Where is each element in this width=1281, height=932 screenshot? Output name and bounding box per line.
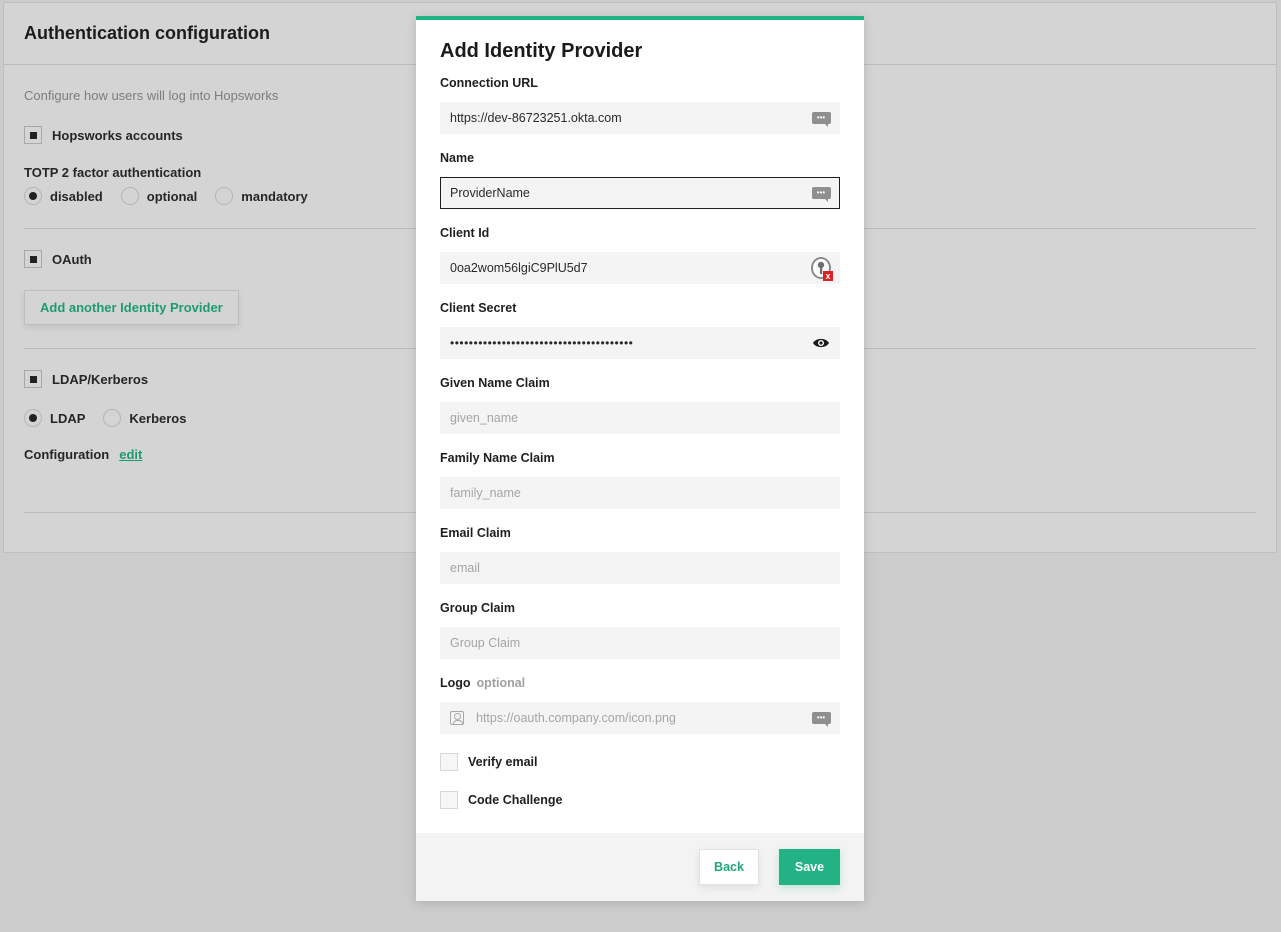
- given-name-claim-input[interactable]: given_name: [440, 402, 840, 434]
- input-value: ProviderName: [450, 186, 530, 200]
- radio-optional[interactable]: optional: [120, 187, 198, 205]
- eye-icon[interactable]: [811, 335, 831, 351]
- add-identity-provider-modal: Add Identity Provider Connection URL htt…: [416, 16, 864, 901]
- radio-label: optional: [146, 188, 198, 204]
- field-label: Client Id: [440, 226, 490, 240]
- add-identity-provider-button[interactable]: Add another Identity Provider: [24, 290, 239, 325]
- save-button[interactable]: Save: [779, 849, 840, 885]
- logo-label: Logo: [440, 676, 471, 690]
- name-input[interactable]: ProviderName •••: [440, 177, 840, 209]
- image-avatar-icon: [450, 711, 464, 725]
- field-label: Logo optional: [440, 676, 840, 696]
- chat-bubble-icon[interactable]: •••: [811, 110, 831, 127]
- family-name-claim-input[interactable]: family_name: [440, 477, 840, 509]
- client-id-input[interactable]: 0oa2wom56lgiC9PlU5d7 x: [440, 252, 840, 284]
- client-id-field: Client Id 0oa2wom56lgiC9PlU5d7 x: [440, 226, 840, 284]
- radio-circle[interactable]: [120, 187, 139, 205]
- field-label: Given Name Claim: [440, 376, 550, 390]
- input-value: •••••••••••••••••••••••••••••••••••••••: [450, 336, 634, 350]
- password-manager-key-icon[interactable]: x: [811, 257, 833, 281]
- hopsworks-accounts-checkbox[interactable]: Hopsworks accounts: [24, 126, 183, 144]
- radio-label: LDAP: [50, 410, 86, 426]
- connection-url-input[interactable]: https://dev-86723251.okta.com •••: [440, 102, 840, 134]
- input-value: https://dev-86723251.okta.com: [450, 111, 622, 125]
- client-secret-input[interactable]: •••••••••••••••••••••••••••••••••••••••: [440, 327, 840, 359]
- checked-mark-icon: [29, 131, 37, 139]
- field-label: Group Claim: [440, 601, 516, 615]
- logo-field: Logo optional https://oauth.company.com/i…: [440, 676, 840, 734]
- family-name-claim-field: Family Name Claim family_name: [440, 451, 840, 509]
- input-value: 0oa2wom56lgiC9PlU5d7: [450, 261, 588, 275]
- group-claim-field: Group Claim Group Claim: [440, 601, 840, 659]
- page-description: Configure how users will log into Hopswo…: [24, 88, 279, 103]
- input-placeholder: https://oauth.company.com/icon.png: [476, 711, 676, 725]
- configuration-edit-link[interactable]: edit: [119, 447, 142, 462]
- radio-circle[interactable]: [103, 409, 122, 427]
- field-label: Connection URL: [440, 76, 538, 90]
- connection-url-field: Connection URL https://dev-86723251.okta…: [440, 76, 840, 134]
- input-placeholder: Group Claim: [450, 636, 521, 650]
- given-name-claim-field: Given Name Claim given_name: [440, 376, 840, 434]
- field-label: Client Secret: [440, 301, 517, 315]
- group-claim-input[interactable]: Group Claim: [440, 627, 840, 659]
- ldap-kerberos-checkbox[interactable]: LDAP/Kerberos: [24, 370, 148, 388]
- verify-email-checkbox[interactable]: Verify email: [440, 753, 538, 771]
- radio-selected-dot-icon: [29, 192, 37, 200]
- checked-mark-icon: [29, 255, 37, 263]
- field-label: Email Claim: [440, 526, 511, 540]
- configuration-label: Configuration: [24, 447, 110, 462]
- configuration-row: Configuration edit: [24, 447, 142, 462]
- checkbox-label: OAuth: [52, 251, 92, 267]
- radio-mandatory[interactable]: mandatory: [215, 187, 308, 205]
- input-placeholder: given_name: [450, 411, 519, 425]
- email-claim-field: Email Claim email: [440, 526, 840, 584]
- field-label: Name: [440, 151, 475, 165]
- radio-label: Kerberos: [129, 410, 187, 426]
- ldap-radio-group: LDAP Kerberos: [24, 409, 204, 427]
- radio-selected-dot-icon: [29, 414, 37, 422]
- checkbox-box[interactable]: [24, 250, 42, 268]
- checkbox-label: LDAP/Kerberos: [52, 371, 149, 387]
- name-field: Name ProviderName •••: [440, 151, 840, 209]
- radio-circle[interactable]: [215, 187, 234, 205]
- back-button[interactable]: Back: [699, 849, 759, 885]
- radio-disabled[interactable]: disabled: [24, 187, 103, 205]
- checkbox-box[interactable]: [440, 753, 458, 771]
- checkbox-label: Verify email: [468, 755, 538, 769]
- radio-label: mandatory: [241, 188, 308, 204]
- checkbox-box[interactable]: [24, 126, 42, 144]
- input-placeholder: family_name: [450, 486, 521, 500]
- input-placeholder: email: [450, 561, 480, 575]
- radio-ldap[interactable]: LDAP: [24, 409, 85, 427]
- email-claim-input[interactable]: email: [440, 552, 840, 584]
- modal-title: Add Identity Provider: [440, 40, 643, 62]
- checkbox-label: Code Challenge: [468, 793, 563, 807]
- oauth-checkbox[interactable]: OAuth: [24, 250, 92, 268]
- field-label: Family Name Claim: [440, 451, 555, 465]
- radio-kerberos[interactable]: Kerberos: [103, 409, 186, 427]
- modal-footer: Back Save: [416, 833, 864, 901]
- optional-hint: optional: [476, 676, 526, 690]
- radio-circle[interactable]: [24, 409, 42, 427]
- chat-bubble-icon[interactable]: •••: [811, 185, 831, 202]
- radio-circle[interactable]: [24, 187, 42, 205]
- chat-bubble-icon[interactable]: •••: [811, 710, 831, 727]
- client-secret-field: Client Secret ••••••••••••••••••••••••••…: [440, 301, 840, 359]
- logo-input[interactable]: https://oauth.company.com/icon.png •••: [440, 702, 840, 734]
- radio-label: disabled: [50, 188, 103, 204]
- code-challenge-checkbox[interactable]: Code Challenge: [440, 791, 562, 809]
- checkbox-box[interactable]: [24, 370, 42, 388]
- checked-mark-icon: [29, 375, 37, 383]
- totp-radio-group: disabled optional mandatory: [24, 187, 326, 205]
- checkbox-box[interactable]: [440, 791, 458, 809]
- totp-title: TOTP 2 factor authentication: [24, 165, 202, 180]
- checkbox-label: Hopsworks accounts: [52, 127, 183, 143]
